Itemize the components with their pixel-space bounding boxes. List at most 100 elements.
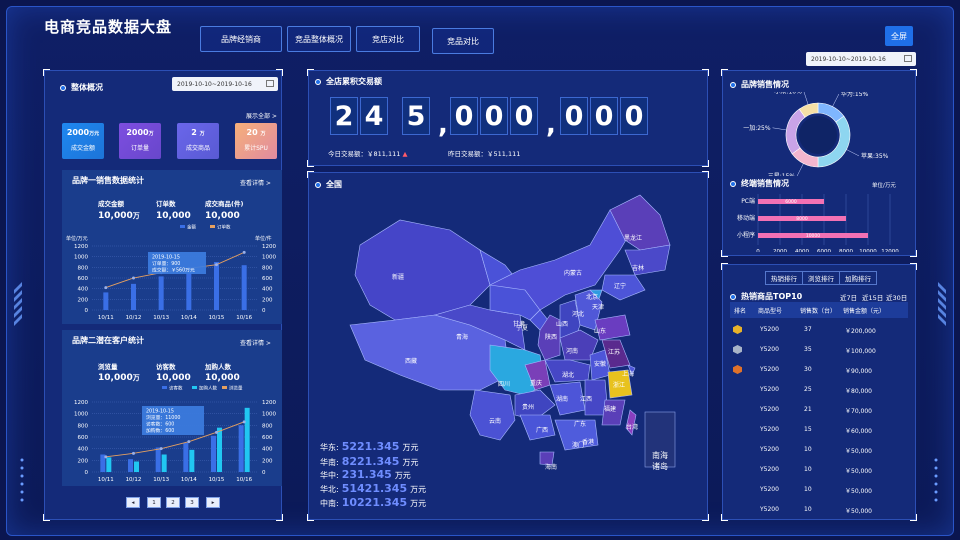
cell-model: Y5200: [760, 326, 779, 333]
card-deal-products[interactable]: 2 万 成交商品: [177, 123, 219, 159]
map-title: 全国: [315, 179, 342, 190]
tab-hot-sales[interactable]: 热销排行: [765, 271, 803, 285]
show-all-link[interactable]: 展示全部 >: [246, 111, 277, 120]
top-date-text: 2019-10-10~2019-10-16: [811, 55, 886, 63]
calendar-icon: [904, 55, 912, 62]
province-label: 山东: [594, 328, 607, 335]
legend-label: 订单数: [217, 224, 231, 231]
table-row[interactable]: Y5200 30 ￥90,000: [730, 360, 908, 380]
province-label: 新疆: [392, 274, 405, 281]
legend-label: 浏览量: [229, 385, 243, 392]
province-label: 海南: [545, 464, 558, 471]
province-label: 贵州: [522, 404, 535, 411]
bar-金额: [131, 283, 136, 310]
nav-brand-dealer[interactable]: 品牌经销商: [200, 26, 282, 52]
y-tick-label: 800: [78, 423, 89, 429]
legend-swatch: [210, 225, 215, 228]
page-2-button[interactable]: 2: [166, 497, 180, 508]
table-row[interactable]: Y5200 25 ￥80,000: [730, 380, 908, 400]
province-label: 西藏: [405, 358, 418, 365]
card-deal-amount[interactable]: 2000万元 成交金额: [62, 123, 104, 159]
tab-add-cart[interactable]: 加购排行: [839, 271, 877, 285]
page-prev-button[interactable]: ◂: [126, 497, 140, 508]
cell-count: 21: [804, 406, 812, 413]
page-next-button[interactable]: ▸: [206, 497, 220, 508]
y-right-tick-label: 1000: [262, 412, 276, 418]
brand1-more-link[interactable]: 查看详情 >: [240, 178, 271, 187]
tab-browse[interactable]: 浏览排行: [802, 271, 840, 285]
total-digit: 0: [450, 97, 478, 135]
brand2-kpi-label: 浏览量: [98, 363, 118, 371]
title-dot-icon: [730, 293, 736, 300]
page-3-button[interactable]: 3: [185, 497, 199, 508]
x-tick-label: 0: [756, 249, 760, 252]
table-row[interactable]: Y5200 10 ￥50,000: [730, 460, 908, 480]
bar-加购人数: [106, 457, 112, 472]
pie-leader-line: [796, 163, 804, 176]
brand2-more-link[interactable]: 查看详情 >: [240, 338, 271, 347]
province-label: 内蒙古: [564, 270, 583, 277]
panel-corner: [307, 69, 314, 76]
y-right-tick-label: 1200: [262, 400, 276, 406]
top-date-picker[interactable]: 2019-10-10~2019-10-16: [806, 52, 916, 66]
province-label: 重庆: [530, 380, 543, 387]
province-label: 宁夏: [516, 325, 529, 332]
region-east: 华东: 5221.345 万元: [320, 440, 419, 453]
y-right-tick-label: 0: [262, 470, 266, 476]
table-row[interactable]: Y5200 37 ￥200,000: [730, 320, 908, 340]
brand2-kpi-label: 加购人数: [205, 363, 231, 371]
x-tick-label: 2000: [773, 249, 787, 252]
y-tick-label: 200: [78, 297, 89, 303]
total-digit: 4: [360, 97, 388, 135]
y-right-tick-label: 600: [262, 435, 273, 441]
nav-store-compare[interactable]: 竞店对比: [356, 26, 420, 52]
page-title: 电商竞品数据大盘: [44, 18, 173, 36]
line-point: [132, 276, 135, 280]
province-label: 广东: [574, 421, 587, 428]
title-dot-icon: [730, 180, 736, 187]
panel-corner: [43, 514, 50, 521]
total-digit: 0: [620, 97, 648, 135]
panel-corner: [276, 514, 283, 521]
table-row[interactable]: Y5200 15 ￥60,000: [730, 420, 908, 440]
panel-corner: [43, 69, 50, 76]
nav-competitor-overview[interactable]: 竞品整体概况: [287, 26, 351, 52]
brand1-kpi-value: 10,000: [205, 211, 240, 221]
range-15d[interactable]: 近15日: [862, 292, 883, 302]
province-label: 台湾: [626, 424, 639, 431]
bar-金额: [158, 276, 164, 310]
x-tick-label: 10/11: [98, 315, 114, 321]
yesterday-amount: 昨日交易额：￥511,111: [448, 150, 521, 158]
table-row[interactable]: Y5200 10 ￥50,000: [730, 440, 908, 460]
overview-date-picker[interactable]: 2019-10-10~2019-10-16: [172, 77, 278, 91]
table-row[interactable]: Y5200 35 ￥100,000: [730, 340, 908, 360]
page-1-button[interactable]: 1: [147, 497, 161, 508]
line-point: [242, 250, 246, 254]
range-30d[interactable]: 近30日: [886, 292, 907, 302]
panel-corner: [721, 514, 728, 521]
brand2-customer-chart: 0 0 200 200 400 400 600 600 800 800 1000 1000 1200 12…: [74, 385, 276, 484]
cell-amount: ￥70,000: [845, 408, 872, 415]
panel-corner: [307, 160, 314, 167]
table-row[interactable]: Y5200 21 ￥70,000: [730, 400, 908, 420]
cell-amount: ￥60,000: [845, 428, 872, 435]
bar-加购人数: [161, 454, 167, 472]
panel-corner: [276, 69, 283, 76]
y-right-tick-label: 0: [262, 308, 266, 314]
fullscreen-button[interactable]: 全屏: [885, 26, 913, 46]
range-7d[interactable]: 近7日: [840, 292, 857, 302]
table-row[interactable]: Y5200 10 ￥50,000: [730, 480, 908, 500]
brand2-kpi-label: 访客数: [156, 363, 176, 371]
table-row[interactable]: Y5200 10 ￥50,000: [730, 500, 908, 520]
y-right-tick-label: 800: [262, 423, 273, 429]
card-order-count[interactable]: 2000万 订单量: [119, 123, 161, 159]
y-right-tick-label: 200: [262, 297, 273, 303]
bar-金额: [241, 265, 247, 310]
y-tick-label: 1200: [74, 244, 88, 250]
card-total-spu[interactable]: 20 万 累计SPU: [235, 123, 277, 159]
panel-corner: [910, 69, 917, 76]
y-tick-label: 0: [85, 470, 89, 476]
cell-model: Y5200: [760, 386, 779, 393]
nav-product-compare[interactable]: 竞品对比: [432, 28, 494, 54]
pie-label: 三星:15%: [768, 173, 796, 176]
